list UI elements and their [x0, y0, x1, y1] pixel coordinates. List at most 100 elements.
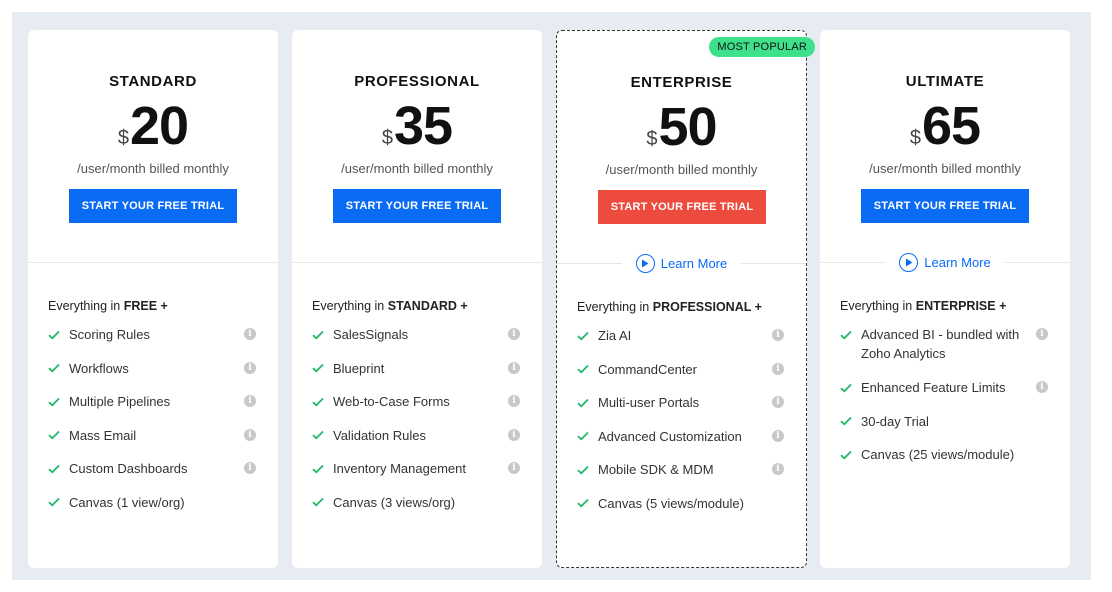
currency-symbol: $ [909, 127, 922, 149]
feature-item: CommandCenter i [577, 360, 792, 394]
plan-card-enterprise: MOST POPULAR ENTERPRISE $ 50 /user/month… [556, 30, 815, 568]
feature-label: Zia AI [598, 328, 632, 343]
feature-list: Everything in STANDARD + SalesSignals i B… [312, 299, 528, 526]
check-icon [577, 494, 589, 513]
learn-more-label: Learn More [660, 255, 728, 271]
start-free-trial-button[interactable]: START YOUR FREE TRIAL [69, 189, 237, 223]
info-icon[interactable]: i [508, 361, 520, 374]
info-icon[interactable]: i [244, 428, 256, 441]
learn-more-link[interactable]: Learn More [622, 253, 741, 273]
feature-label: 30-day Trial [861, 413, 929, 429]
feature-item: 30-day Trial [840, 412, 1056, 446]
start-free-trial-button[interactable]: START YOUR FREE TRIAL [333, 189, 501, 223]
feature-label: CommandCenter [598, 361, 697, 377]
feature-item: Zia AI i [577, 326, 792, 360]
everything-prefix: Everything in [312, 299, 388, 313]
info-icon[interactable]: i [1036, 381, 1048, 393]
check-icon [312, 493, 324, 512]
plan-name: ULTIMATE [905, 73, 985, 90]
feature-label: Canvas (25 views/module) [861, 447, 1015, 462]
info-icon[interactable]: i [772, 396, 784, 408]
feature-item: Inventory Management i [312, 459, 528, 493]
learn-more-row: Learn More [557, 250, 807, 276]
feature-list: Everything in PROFESSIONAL + Zia AI i Com… [577, 300, 792, 527]
check-icon [577, 460, 589, 479]
feature-item: Web-to-Case Forms i [312, 392, 528, 426]
everything-tier: ENTERPRISE + [915, 299, 1007, 313]
check-icon [312, 426, 324, 445]
pricing-section: STANDARD $ 20 /user/month billed monthly… [12, 12, 1091, 580]
info-icon[interactable]: i [1036, 328, 1048, 340]
feature-label: Web-to-Case Forms [333, 394, 450, 409]
check-icon [48, 359, 60, 378]
check-icon [577, 427, 589, 446]
feature-item: Multi-user Portals i [577, 393, 792, 427]
feature-item: Canvas (3 views/org) [312, 493, 528, 527]
check-icon [48, 493, 60, 512]
plan-name: ENTERPRISE [630, 74, 733, 91]
info-icon[interactable]: i [244, 328, 256, 340]
info-icon[interactable]: i [508, 428, 520, 441]
currency-symbol: $ [646, 128, 658, 150]
feature-item: Custom Dashboards i [48, 459, 264, 493]
divider [1004, 261, 1071, 263]
info-icon[interactable]: i [508, 395, 520, 407]
price-amount: 35 [394, 96, 453, 156]
info-icon[interactable]: i [244, 361, 256, 374]
info-icon[interactable]: i [772, 429, 784, 442]
learn-more-row: Learn More [820, 249, 1071, 275]
divider [28, 262, 278, 263]
plan-card-ultimate: ULTIMATE $ 65 /user/month billed monthly… [820, 30, 1071, 568]
feature-item: SalesSignals i [312, 325, 528, 359]
feature-label: Advanced Customization [598, 428, 742, 444]
currency-symbol: $ [381, 127, 394, 149]
learn-more-label: Learn More [924, 254, 991, 270]
check-icon [577, 360, 589, 379]
learn-more-link[interactable]: Learn More [885, 252, 1004, 272]
start-free-trial-button[interactable]: START YOUR FREE TRIAL [598, 190, 766, 224]
info-icon[interactable]: i [244, 462, 256, 474]
feature-label: Workflows [69, 360, 129, 376]
plan-header: ULTIMATE $ 65 /user/month billed monthly… [820, 30, 1070, 262]
feature-item: Validation Rules i [312, 426, 528, 460]
feature-item: Mass Email i [48, 426, 264, 460]
play-icon [899, 252, 919, 272]
start-free-trial-button[interactable]: START YOUR FREE TRIAL [861, 189, 1029, 223]
everything-in-label: Everything in PROFESSIONAL + [577, 300, 792, 314]
info-icon[interactable]: i [508, 462, 520, 474]
everything-prefix: Everything in [577, 300, 653, 314]
play-icon [635, 253, 655, 273]
price-amount: 65 [922, 96, 981, 156]
info-icon[interactable]: i [508, 328, 520, 340]
everything-prefix: Everything in [840, 299, 916, 313]
check-icon [840, 325, 852, 344]
feature-item: Canvas (5 views/module) [577, 494, 792, 528]
feature-item: Workflows i [48, 359, 264, 393]
info-icon[interactable]: i [772, 362, 784, 375]
feature-item: Canvas (25 views/module) [840, 445, 1056, 479]
info-icon[interactable]: i [772, 463, 784, 475]
feature-item: Advanced Customization i [577, 427, 792, 461]
divider [820, 261, 886, 263]
check-icon [48, 426, 60, 445]
everything-prefix: Everything in [48, 299, 124, 313]
feature-label: Validation Rules [333, 427, 426, 443]
feature-label: Canvas (3 views/org) [333, 494, 456, 510]
everything-in-label: Everything in FREE + [48, 299, 264, 313]
feature-label: Multiple Pipelines [69, 394, 171, 409]
info-icon[interactable]: i [244, 395, 256, 407]
feature-label: Custom Dashboards [69, 461, 188, 476]
billing-period: /user/month billed monthly [341, 161, 493, 176]
info-icon[interactable]: i [772, 329, 784, 341]
feature-list: Everything in FREE + Scoring Rules i Work… [48, 299, 264, 526]
plan-header: ENTERPRISE $ 50 /user/month billed month… [557, 31, 806, 263]
everything-in-label: Everything in STANDARD + [312, 299, 528, 313]
plan-price: $ 50 [557, 99, 806, 155]
check-icon [312, 359, 324, 378]
billing-period: /user/month billed monthly [77, 161, 229, 176]
check-icon [312, 459, 324, 478]
plan-price: $ 65 [820, 98, 1070, 154]
check-icon [840, 412, 852, 431]
plan-header: PROFESSIONAL $ 35 /user/month billed mon… [292, 30, 542, 262]
feature-item: Enhanced Feature Limits i [840, 378, 1056, 412]
